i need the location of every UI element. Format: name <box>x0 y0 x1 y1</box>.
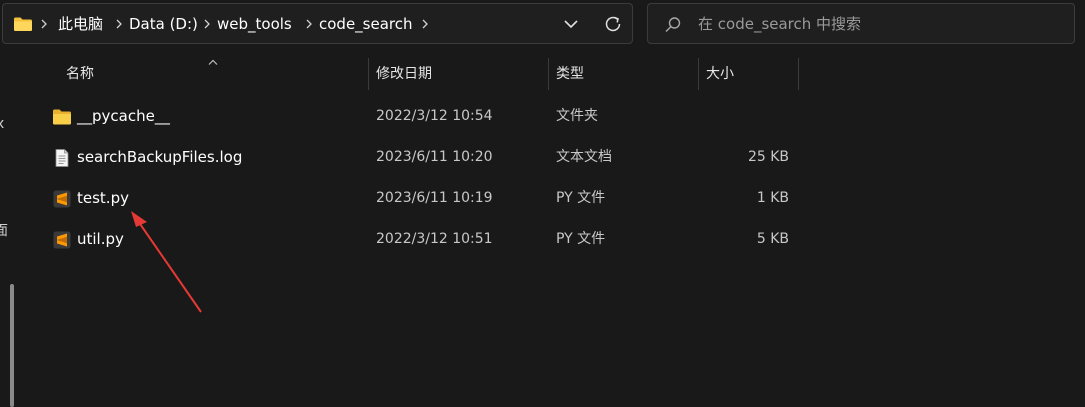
file-explorer-window: 此电脑 Data (D:) web_tools code_search x 面 … <box>0 0 1085 407</box>
chevron-down-icon[interactable] <box>559 13 583 35</box>
column-header-type[interactable]: 类型 <box>548 58 698 90</box>
file-name[interactable]: util.py <box>77 220 124 258</box>
file-row[interactable]: searchBackupFiles.log 2023/6/11 10:20 文本… <box>45 138 805 176</box>
file-row[interactable]: util.py 2022/3/12 10:51 PY 文件 5 KB <box>45 220 805 258</box>
search-icon <box>665 17 681 32</box>
file-size <box>705 97 789 135</box>
file-size: 25 KB <box>747 149 789 165</box>
file-name[interactable]: searchBackupFiles.log <box>77 138 242 176</box>
file-name[interactable]: __pycache__ <box>77 97 170 135</box>
file-modified-date: 2022/3/12 10:51 <box>376 231 493 247</box>
breadcrumb-this-pc[interactable]: 此电脑 <box>58 15 103 33</box>
breadcrumb-web-tools[interactable]: web_tools <box>217 15 292 33</box>
column-divider[interactable] <box>798 58 799 90</box>
chevron-right-icon[interactable] <box>204 19 210 29</box>
file-row[interactable]: __pycache__ 2022/3/12 10:54 文件夹 <box>45 97 805 135</box>
file-size: 5 KB <box>756 231 789 247</box>
sublime-text-icon <box>53 190 71 208</box>
column-header-size[interactable]: 大小 <box>698 58 798 90</box>
column-header-date-modified[interactable]: 修改日期 <box>368 58 548 90</box>
file-row[interactable]: test.py 2023/6/11 10:19 PY 文件 1 KB <box>45 179 805 217</box>
file-size: 1 KB <box>756 190 789 206</box>
file-modified-date: 2023/6/11 10:20 <box>376 149 493 165</box>
text-document-icon <box>55 149 69 167</box>
breadcrumb-drive-d[interactable]: Data (D:) <box>129 15 198 33</box>
breadcrumb-code-search[interactable]: code_search <box>319 15 413 33</box>
nav-pane-scrollbar[interactable] <box>10 284 14 407</box>
file-type: PY 文件 <box>556 190 606 206</box>
file-modified-date: 2023/6/11 10:19 <box>376 190 493 206</box>
search-box[interactable] <box>647 3 1075 44</box>
file-modified-date: 2022/3/12 10:54 <box>376 108 493 124</box>
nav-pane-text: 面 <box>0 223 8 239</box>
file-name[interactable]: test.py <box>77 179 129 217</box>
chevron-right-icon[interactable] <box>116 19 122 29</box>
sublime-text-icon <box>53 231 71 249</box>
folder-icon <box>14 17 32 31</box>
chevron-right-icon[interactable] <box>422 19 428 29</box>
file-type: PY 文件 <box>556 231 606 247</box>
refresh-icon[interactable] <box>601 12 625 36</box>
file-type: 文件夹 <box>556 108 598 124</box>
file-type: 文本文档 <box>556 149 612 165</box>
chevron-right-icon[interactable] <box>41 19 47 29</box>
nav-pane-text: x <box>0 116 5 132</box>
folder-icon <box>53 109 71 125</box>
chevron-right-icon[interactable] <box>306 19 312 29</box>
address-bar[interactable]: 此电脑 Data (D:) web_tools code_search <box>2 3 633 44</box>
column-header-name[interactable]: 名称 <box>58 58 368 90</box>
search-input[interactable] <box>698 14 1058 34</box>
